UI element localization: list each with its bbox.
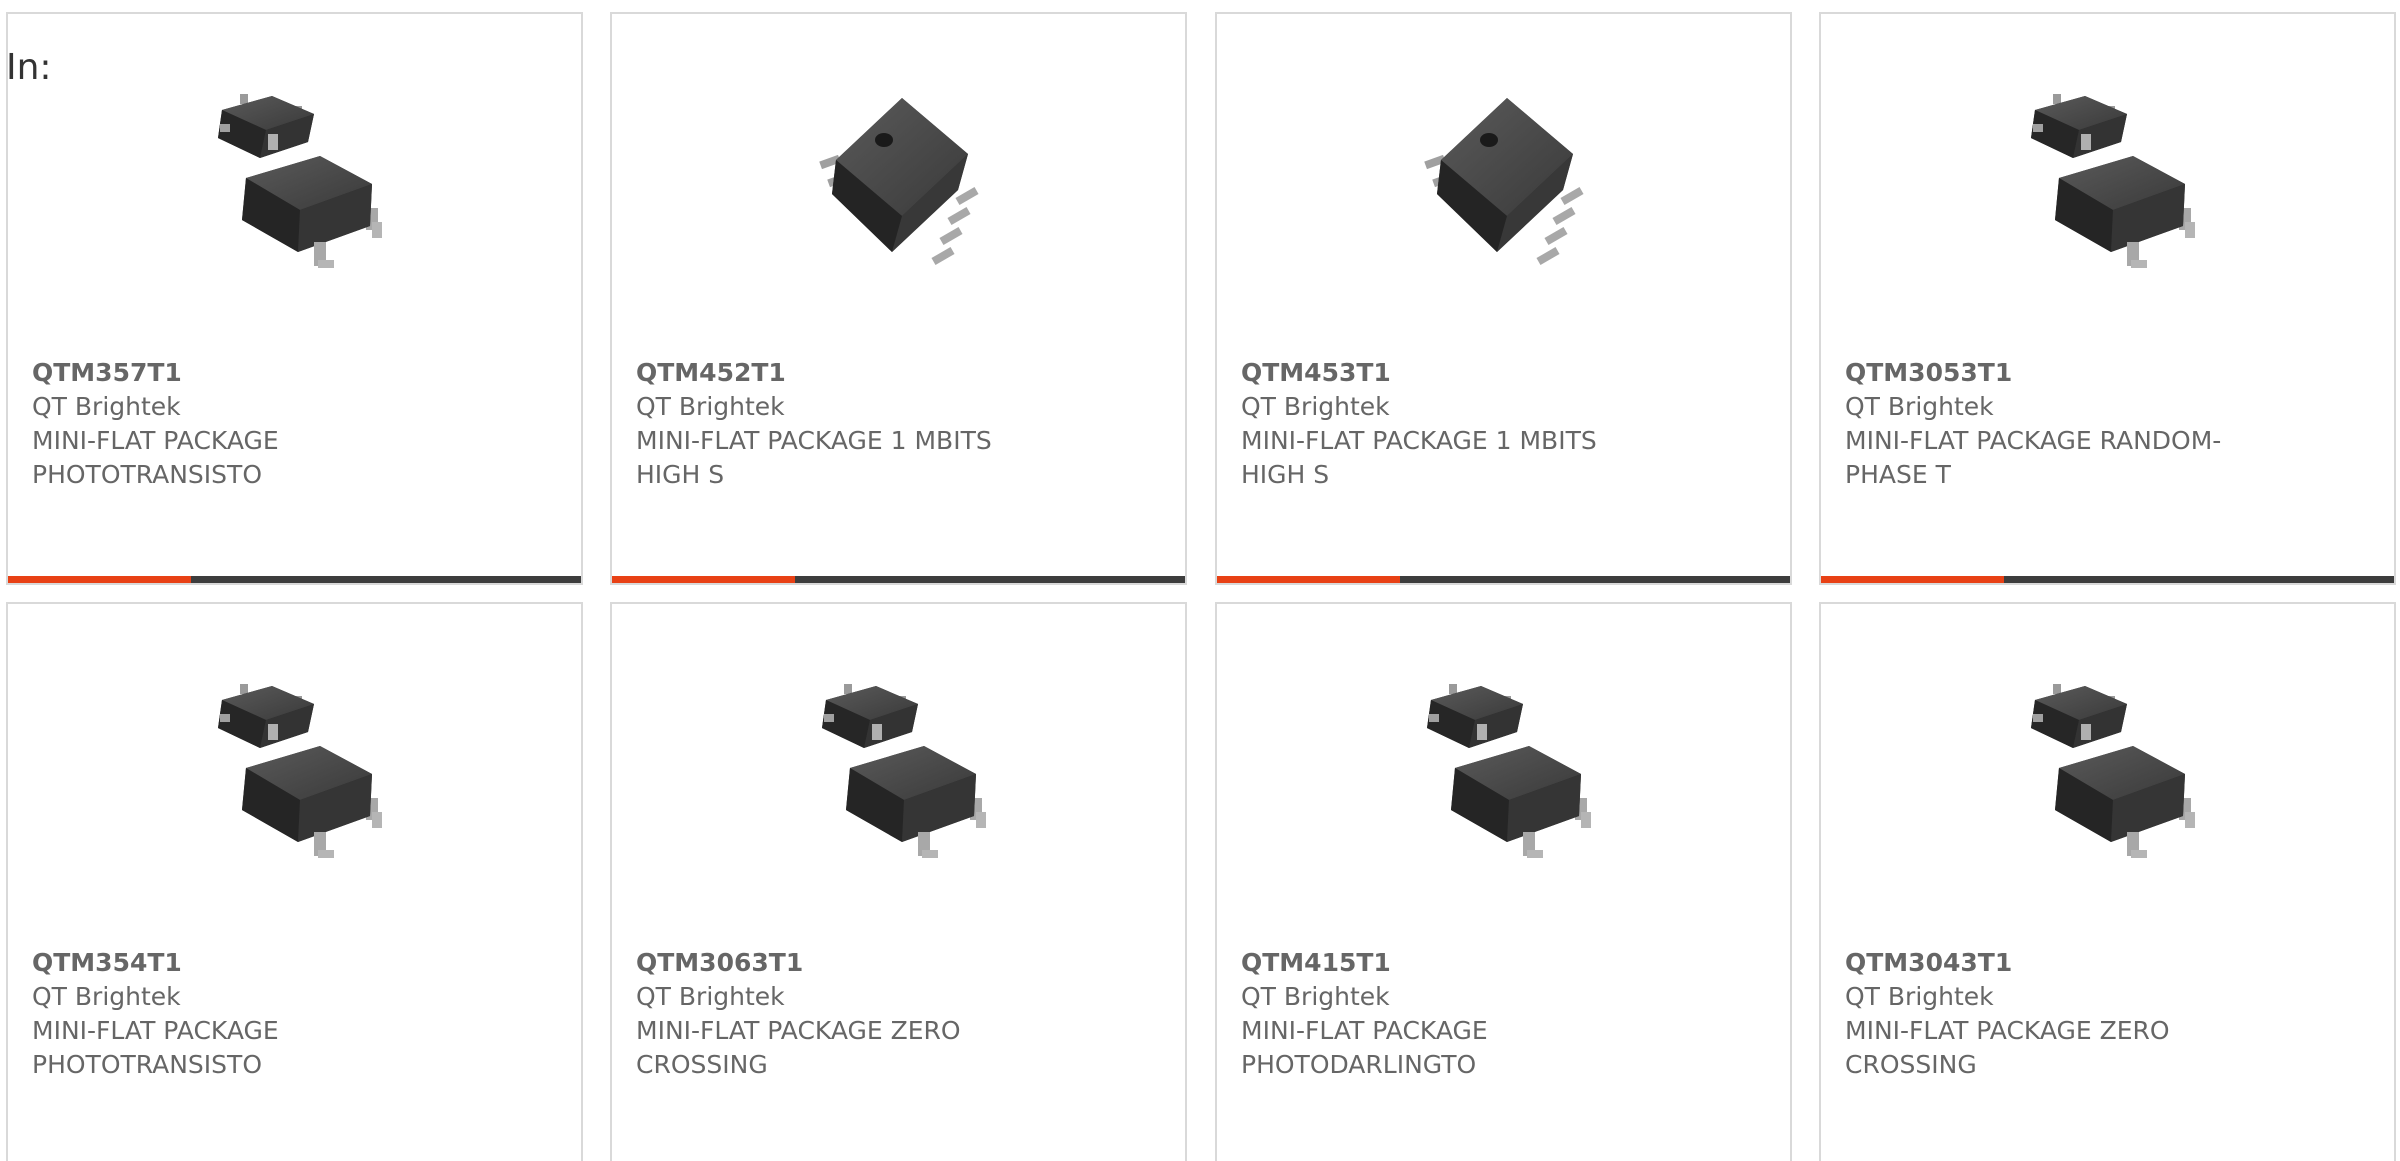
card-footer-bar	[1217, 576, 1790, 583]
description-line: MINI-FLAT PACKAGE	[32, 426, 279, 455]
description-line: PHOTOTRANSISTO	[32, 1050, 262, 1079]
manufacturer: QT Brightek	[1241, 982, 1390, 1011]
description-line: MINI-FLAT PACKAGE 1 MBITS	[636, 426, 992, 455]
part-number[interactable]: QTM354T1	[32, 946, 552, 980]
part-number[interactable]: QTM452T1	[636, 356, 1156, 390]
description-line: MINI-FLAT PACKAGE 1 MBITS	[1241, 426, 1597, 455]
manufacturer: QT Brightek	[636, 392, 785, 421]
product-card[interactable]: QTM3043T1 QT Brightek MINI-FLAT PACKAGE …	[1819, 602, 2396, 1161]
description-line: CROSSING	[636, 1050, 768, 1079]
manufacturer: QT Brightek	[32, 982, 181, 1011]
manufacturer: QT Brightek	[636, 982, 785, 1011]
product-image	[1411, 80, 1611, 280]
manufacturer: QT Brightek	[32, 392, 181, 421]
product-image	[2015, 670, 2215, 870]
product-info: QTM354T1 QT Brightek MINI-FLAT PACKAGE P…	[32, 946, 552, 1082]
accent-bar	[1217, 576, 1400, 583]
description-line: PHASE T	[1845, 460, 1951, 489]
product-card[interactable]: QTM453T1 QT Brightek MINI-FLAT PACKAGE 1…	[1215, 12, 1792, 585]
product-grid-page: In: QTM357T1 QT Brightek MINI-FLAT PACKA…	[0, 0, 2400, 1161]
description-line: MINI-FLAT PACKAGE	[1241, 1016, 1488, 1045]
product-image	[806, 670, 1006, 870]
accent-bar	[8, 576, 191, 583]
product-image	[202, 670, 402, 870]
card-footer-bar	[612, 576, 1185, 583]
product-info: QTM357T1 QT Brightek MINI-FLAT PACKAGE P…	[32, 356, 552, 492]
manufacturer: QT Brightek	[1241, 392, 1390, 421]
manufacturer: QT Brightek	[1845, 982, 1994, 1011]
card-footer-bar	[1821, 576, 2394, 583]
product-image	[2015, 80, 2215, 280]
product-image	[202, 80, 402, 280]
product-info: QTM415T1 QT Brightek MINI-FLAT PACKAGE P…	[1241, 946, 1761, 1082]
product-info: QTM3053T1 QT Brightek MINI-FLAT PACKAGE …	[1845, 356, 2365, 492]
description-line: HIGH S	[636, 460, 725, 489]
description-line: PHOTOTRANSISTO	[32, 460, 262, 489]
description-line: MINI-FLAT PACKAGE ZERO	[636, 1016, 961, 1045]
product-card[interactable]: QTM357T1 QT Brightek MINI-FLAT PACKAGE P…	[6, 12, 583, 585]
product-info: QTM453T1 QT Brightek MINI-FLAT PACKAGE 1…	[1241, 356, 1761, 492]
manufacturer: QT Brightek	[1845, 392, 1994, 421]
part-number[interactable]: QTM3043T1	[1845, 946, 2365, 980]
description-line: CROSSING	[1845, 1050, 1977, 1079]
product-card[interactable]: QTM3053T1 QT Brightek MINI-FLAT PACKAGE …	[1819, 12, 2396, 585]
product-image	[1411, 670, 1611, 870]
part-number[interactable]: QTM3053T1	[1845, 356, 2365, 390]
description-line: HIGH S	[1241, 460, 1330, 489]
accent-bar	[1821, 576, 2004, 583]
part-number[interactable]: QTM415T1	[1241, 946, 1761, 980]
product-image	[806, 80, 1006, 280]
product-info: QTM452T1 QT Brightek MINI-FLAT PACKAGE 1…	[636, 356, 1156, 492]
product-info: QTM3043T1 QT Brightek MINI-FLAT PACKAGE …	[1845, 946, 2365, 1082]
filter-in-label: In:	[6, 47, 52, 88]
card-footer-bar	[8, 576, 581, 583]
product-card[interactable]: QTM354T1 QT Brightek MINI-FLAT PACKAGE P…	[6, 602, 583, 1161]
product-card[interactable]: QTM415T1 QT Brightek MINI-FLAT PACKAGE P…	[1215, 602, 1792, 1161]
product-info: QTM3063T1 QT Brightek MINI-FLAT PACKAGE …	[636, 946, 1156, 1082]
product-card[interactable]: QTM452T1 QT Brightek MINI-FLAT PACKAGE 1…	[610, 12, 1187, 585]
part-number[interactable]: QTM357T1	[32, 356, 552, 390]
description-line: MINI-FLAT PACKAGE ZERO	[1845, 1016, 2170, 1045]
description-line: MINI-FLAT PACKAGE RANDOM-	[1845, 426, 2222, 455]
description-line: MINI-FLAT PACKAGE	[32, 1016, 279, 1045]
description-line: PHOTODARLINGTO	[1241, 1050, 1477, 1079]
product-card[interactable]: QTM3063T1 QT Brightek MINI-FLAT PACKAGE …	[610, 602, 1187, 1161]
part-number[interactable]: QTM453T1	[1241, 356, 1761, 390]
part-number[interactable]: QTM3063T1	[636, 946, 1156, 980]
accent-bar	[612, 576, 795, 583]
